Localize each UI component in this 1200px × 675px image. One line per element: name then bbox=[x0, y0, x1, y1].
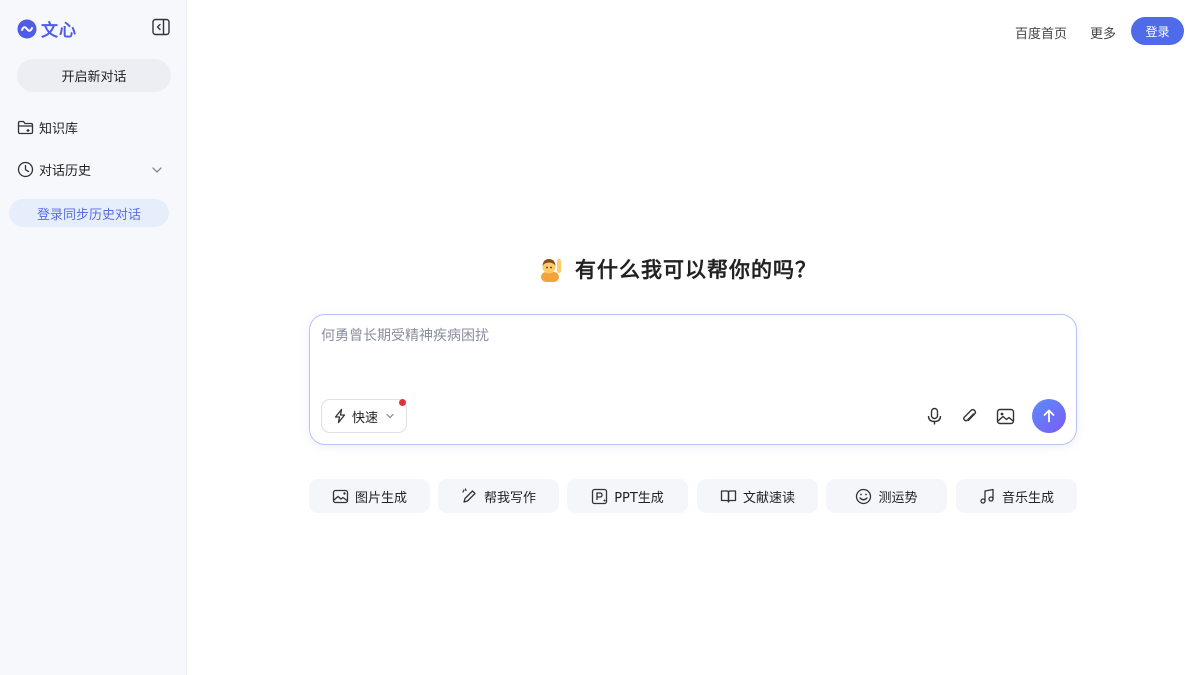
quick-action-label: 文献速读 bbox=[742, 490, 795, 506]
chat-input[interactable] bbox=[321, 325, 1061, 385]
chat-input-box: 快速 bbox=[309, 314, 1077, 445]
clock-icon bbox=[17, 161, 34, 178]
sidebar-item-history[interactable]: 对话历史 bbox=[17, 160, 163, 179]
quick-action-label: PPT生成 bbox=[614, 490, 664, 506]
quick-action-ppt[interactable]: PPT生成 bbox=[567, 479, 688, 513]
music-icon bbox=[980, 488, 994, 504]
new-chat-button[interactable]: 开启新对话 bbox=[17, 59, 171, 92]
login-sync-history-button[interactable]: 登录同步历史对话 bbox=[9, 199, 169, 227]
fortune-icon bbox=[856, 488, 872, 504]
more-link[interactable]: 更多 bbox=[1090, 23, 1116, 42]
book-icon bbox=[720, 489, 737, 503]
app-window: 文心 开启新对话 知识库 对话历史 登录同步历史对话 百度首页 更多 登录 有什… bbox=[0, 0, 1200, 675]
mode-label: 快速 bbox=[352, 410, 379, 426]
quick-action-literature[interactable]: 文献速读 bbox=[697, 479, 818, 513]
chevron-down-icon[interactable] bbox=[151, 164, 163, 176]
quick-action-image-gen[interactable]: 图片生成 bbox=[309, 479, 430, 513]
quick-action-fortune[interactable]: 测运势 bbox=[826, 479, 947, 513]
pen-icon bbox=[462, 487, 476, 503]
quick-action-writing[interactable]: 帮我写作 bbox=[438, 479, 559, 513]
quick-actions: 图片生成 帮我写作 PPT生成 文献速读 测运势 音乐生成 bbox=[309, 479, 1077, 513]
image-gen-icon bbox=[332, 489, 349, 503]
raising-hand-person-icon bbox=[541, 259, 561, 282]
sidebar-item-label: 知识库 bbox=[39, 122, 79, 137]
login-button[interactable]: 登录 bbox=[1131, 17, 1184, 45]
sidebar-item-knowledge-base[interactable]: 知识库 bbox=[17, 118, 78, 137]
attachment-icon[interactable] bbox=[960, 407, 979, 426]
microphone-icon[interactable] bbox=[925, 407, 944, 426]
quick-action-music[interactable]: 音乐生成 bbox=[956, 479, 1077, 513]
mode-select-button[interactable]: 快速 bbox=[321, 399, 407, 433]
chevron-down-icon bbox=[386, 413, 394, 419]
quick-action-label: 音乐生成 bbox=[1001, 490, 1054, 506]
quick-action-label: 图片生成 bbox=[354, 490, 407, 506]
baidu-home-link[interactable]: 百度首页 bbox=[1015, 23, 1067, 42]
lightning-icon bbox=[334, 408, 346, 424]
logo-icon bbox=[17, 19, 37, 38]
greeting: 有什么我可以帮你的吗？ bbox=[537, 254, 817, 284]
sidebar-item-label: 对话历史 bbox=[39, 164, 92, 179]
main-content: 百度首页 更多 登录 有什么我可以帮你的吗？ 快速 bbox=[187, 0, 1200, 675]
logo-text: 文心 bbox=[41, 21, 77, 41]
send-button[interactable] bbox=[1032, 399, 1066, 433]
notification-dot bbox=[399, 399, 406, 406]
ppt-icon bbox=[592, 488, 608, 504]
quick-action-label: 帮我写作 bbox=[483, 490, 536, 506]
folder-icon bbox=[17, 120, 34, 135]
collapse-sidebar-icon[interactable] bbox=[152, 18, 170, 36]
logo[interactable]: 文心 bbox=[17, 16, 77, 41]
greeting-text: 有什么我可以帮你的吗？ bbox=[575, 258, 817, 282]
sidebar: 文心 开启新对话 知识库 对话历史 登录同步历史对话 bbox=[0, 0, 187, 675]
arrow-up-icon bbox=[1043, 409, 1055, 423]
quick-action-label: 测运势 bbox=[878, 490, 918, 506]
image-upload-icon[interactable] bbox=[996, 407, 1015, 426]
